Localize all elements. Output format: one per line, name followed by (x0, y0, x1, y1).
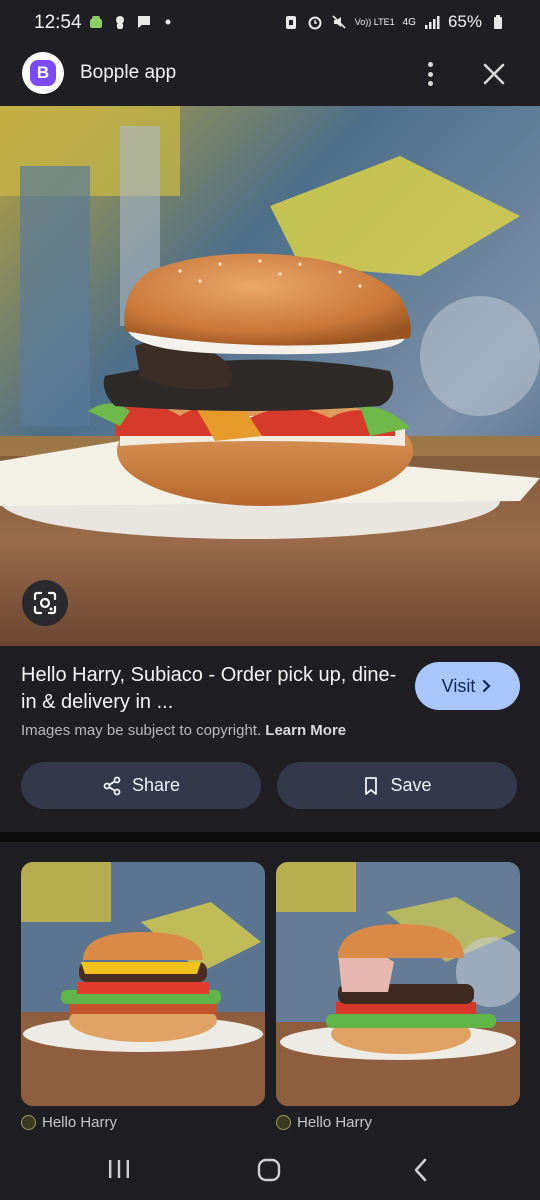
share-icon (103, 776, 121, 795)
related-source-label-1: Hello Harry (42, 1114, 118, 1131)
result-info: Hello Harry, Subiaco - Order pick up, di… (0, 646, 540, 832)
bookmark-icon (365, 776, 378, 795)
app-bar: B Bopple app (0, 46, 540, 106)
related-image-2[interactable] (276, 862, 520, 1106)
visit-button[interactable]: Visit (415, 662, 520, 710)
copyright-notice: Images may be subject to copyright. Lear… (21, 722, 346, 739)
google-lens-icon[interactable] (22, 580, 68, 626)
copyright-text: Images may be subject to copyright. (21, 722, 262, 739)
save-button[interactable]: Save (277, 762, 517, 809)
site-favicon-icon (276, 1115, 291, 1130)
related-images: Hello Harry Hello Harry (0, 842, 540, 1138)
lens-glyph (33, 591, 57, 615)
nfc-icon (285, 16, 296, 29)
mute-icon (332, 15, 346, 29)
notification-icons (88, 14, 176, 30)
save-label: Save (390, 775, 432, 795)
related-image-1[interactable] (21, 862, 265, 1106)
result-title[interactable]: Hello Harry, Subiaco - Order pick up, di… (21, 662, 401, 716)
system-nav-bar (0, 1138, 540, 1200)
android-icon (90, 16, 102, 28)
status-time: 12:54 (34, 12, 82, 33)
chevron-right-icon (483, 679, 491, 693)
alarm-icon (308, 16, 322, 30)
app-notification-icon (116, 16, 124, 29)
site-favicon-icon (21, 1115, 36, 1130)
related-burger-photo-2 (276, 862, 520, 1106)
section-divider (0, 832, 540, 842)
more-vert-icon[interactable] (418, 60, 442, 88)
app-icon: B (22, 52, 64, 94)
status-bar: 12:54 Vo)) LTE1 4G 65% (0, 0, 540, 46)
main-image[interactable] (0, 106, 540, 646)
message-icon (138, 16, 150, 28)
signal-icon (424, 16, 440, 29)
home-icon[interactable] (256, 1157, 282, 1183)
app-icon-letter: B (30, 60, 56, 86)
burger-photo (0, 106, 540, 646)
related-source-label-2: Hello Harry (297, 1114, 373, 1131)
share-label: Share (131, 775, 181, 795)
share-button[interactable]: Share (21, 762, 261, 809)
network-type: 4G (402, 16, 416, 28)
visit-label: Visit (441, 675, 476, 696)
related-source-2[interactable]: Hello Harry (276, 1114, 372, 1131)
related-burger-photo-1 (21, 862, 265, 1106)
app-title: Bopple app (80, 62, 177, 83)
close-icon[interactable] (478, 58, 510, 90)
recent-apps-icon[interactable] (106, 1158, 132, 1180)
volte-indicator: Vo)) LTE1 (354, 16, 395, 27)
battery-percent: 65% (447, 12, 482, 31)
battery-icon (494, 15, 502, 29)
status-right: Vo)) LTE1 4G 65% (283, 12, 506, 32)
dot-icon (165, 19, 171, 25)
learn-more-link[interactable]: Learn More (265, 722, 346, 739)
back-icon[interactable] (410, 1157, 432, 1183)
related-source-1[interactable]: Hello Harry (21, 1114, 117, 1131)
